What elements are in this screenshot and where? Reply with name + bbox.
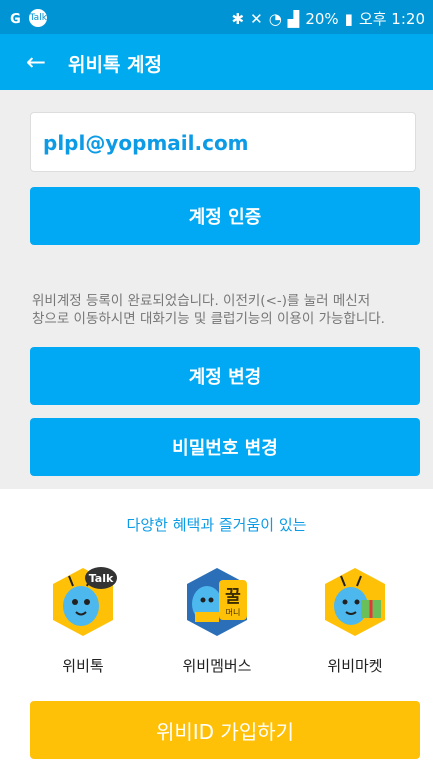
registration-notice: 위비계정 등록이 완료되었습니다. 이전키(<-)를 눌러 메신저 창으로 이동…	[32, 292, 420, 328]
clock: 오후 1:20	[358, 10, 425, 28]
wibee-market-icon	[325, 568, 385, 636]
back-arrow-icon[interactable]: ←	[26, 48, 46, 76]
app-label-wibee-members: 위비멤버스	[182, 657, 252, 675]
page-title: 위비톡 계정	[68, 54, 163, 76]
talk-bubble-icon: Talk	[29, 8, 48, 27]
members-badge-text: 꿀	[225, 587, 241, 607]
battery-percent: 20%	[305, 9, 339, 28]
email-field[interactable]: plpl@yopmail.com	[30, 112, 416, 172]
bluetooth-icon: ✱	[231, 9, 245, 28]
wibee-talk-icon: Talk	[53, 567, 117, 636]
mute-icon: ✕	[250, 9, 263, 28]
battery-icon: ▮	[344, 9, 353, 28]
wibee-members-icon: 꿀 머니	[187, 568, 247, 636]
app-bar: ← 위비톡 계정	[0, 34, 433, 90]
verify-account-button[interactable]: 계정 인증	[30, 187, 420, 245]
promo-text: 다양한 혜택과 즐거움이 있는	[126, 516, 307, 534]
app-wibee-talk[interactable]: Talk 위비톡	[23, 562, 143, 675]
join-wibee-id-label: 위비ID 가입하기	[155, 719, 295, 744]
app-label-wibee-talk: 위비톡	[62, 657, 104, 675]
signal-icon: ▟	[287, 9, 300, 28]
app-label-wibee-market: 위비마켓	[327, 657, 383, 675]
notice-line-2: 창으로 이동하시면 대화기능 및 클럽기능의 이용이 가능합니다.	[32, 311, 385, 327]
members-badge-subtext: 머니	[226, 607, 241, 617]
wifi-icon: ◔	[268, 9, 282, 28]
app-wibee-members[interactable]: 꿀 머니 위비멤버스	[157, 562, 277, 675]
change-password-button[interactable]: 비밀번호 변경	[30, 418, 420, 476]
join-wibee-id-button[interactable]: 위비ID 가입하기	[30, 701, 420, 759]
status-right: ✱ ✕ ◔ ▟ 20% ▮ 오후 1:20	[232, 8, 425, 29]
change-account-label: 계정 변경	[188, 367, 262, 388]
change-account-button[interactable]: 계정 변경	[30, 347, 420, 405]
notice-line-1: 위비계정 등록이 완료되었습니다. 이전키(<-)를 눌러 메신저	[32, 293, 371, 309]
status-left-icons: ɢ Talk	[10, 7, 48, 28]
verify-account-label: 계정 인증	[188, 207, 262, 228]
app-wibee-market[interactable]: 위비마켓	[295, 562, 415, 675]
g-logo-icon: ɢ	[10, 7, 22, 28]
talk-bubble-text: Talk	[29, 12, 47, 23]
status-bar: ɢ Talk ✱ ✕ ◔ ▟ 20% ▮ 오후 1:20	[0, 0, 433, 34]
change-password-label: 비밀번호 변경	[172, 438, 278, 459]
talk-badge-text: Talk	[89, 572, 114, 585]
